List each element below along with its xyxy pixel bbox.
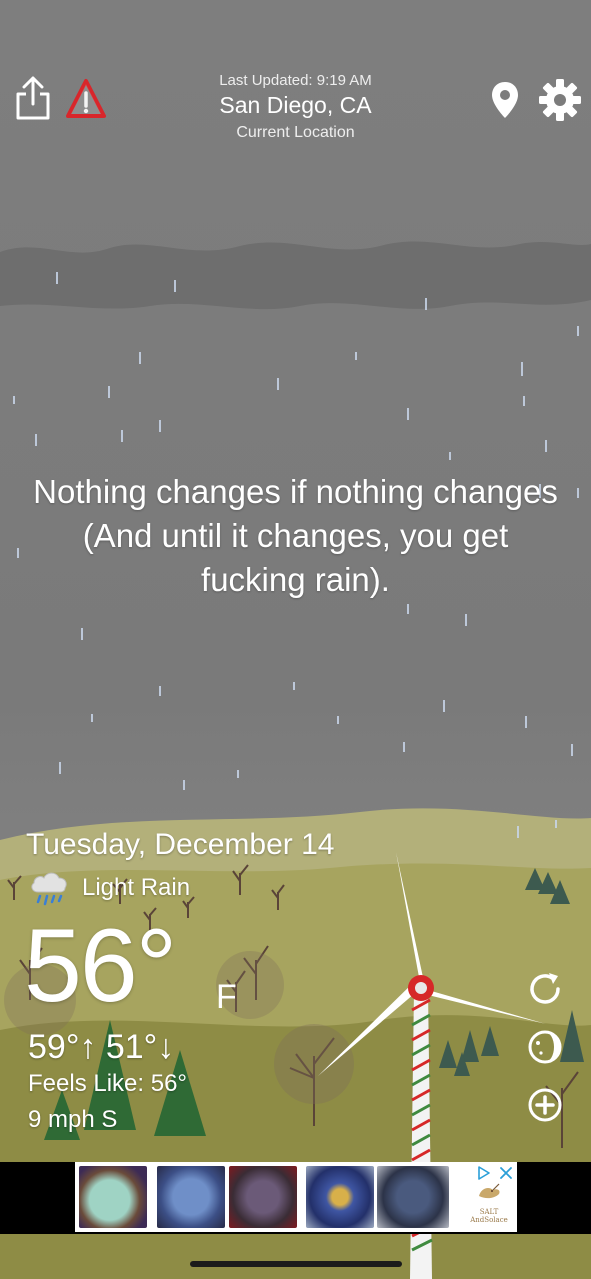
temperature-unit[interactable]: F [216,978,237,1017]
rain-cloud-icon [31,872,67,906]
ad-logo-text: SALT AndSolace [470,1208,508,1224]
ad-card[interactable]: SALT AndSolace [75,1162,517,1232]
weather-screen: Last Updated: 9:19 AM San Diego, CA Curr… [0,0,591,1279]
ad-product-image[interactable] [377,1166,449,1228]
date-label: Tuesday, December 14 [26,828,335,861]
weather-quote: Nothing changes if nothing changes (And … [33,473,558,598]
temperature-value: 56° [24,908,177,1024]
ad-brand-logo[interactable]: SALT AndSolace [463,1178,511,1224]
cloud-bank [0,241,591,310]
ad-product-image[interactable] [306,1166,374,1228]
feels-like-label: Feels Like: 56° [28,1070,188,1097]
wind-label: 9 mph S [28,1106,118,1133]
add-icon[interactable] [526,1086,564,1124]
location-subtitle: Current Location [236,124,355,141]
refresh-icon[interactable] [526,970,564,1008]
high-low-temps: 59°↑ 51°↓ [28,1028,175,1066]
moon-phase-icon[interactable] [526,1028,564,1066]
bird-logo-icon [479,1183,500,1199]
ad-banner[interactable]: SALT AndSolace [0,1162,591,1234]
condition-row: Light Rain [28,868,190,908]
condition-label: Light Rain [82,874,191,901]
ad-product-image[interactable] [79,1166,147,1228]
tree-crown [274,1024,354,1104]
ad-product-image[interactable] [157,1166,225,1228]
ad-product-image[interactable] [229,1166,297,1228]
home-indicator[interactable] [190,1261,402,1267]
gear-icon[interactable] [538,78,582,122]
location-pin-icon[interactable] [490,80,520,120]
